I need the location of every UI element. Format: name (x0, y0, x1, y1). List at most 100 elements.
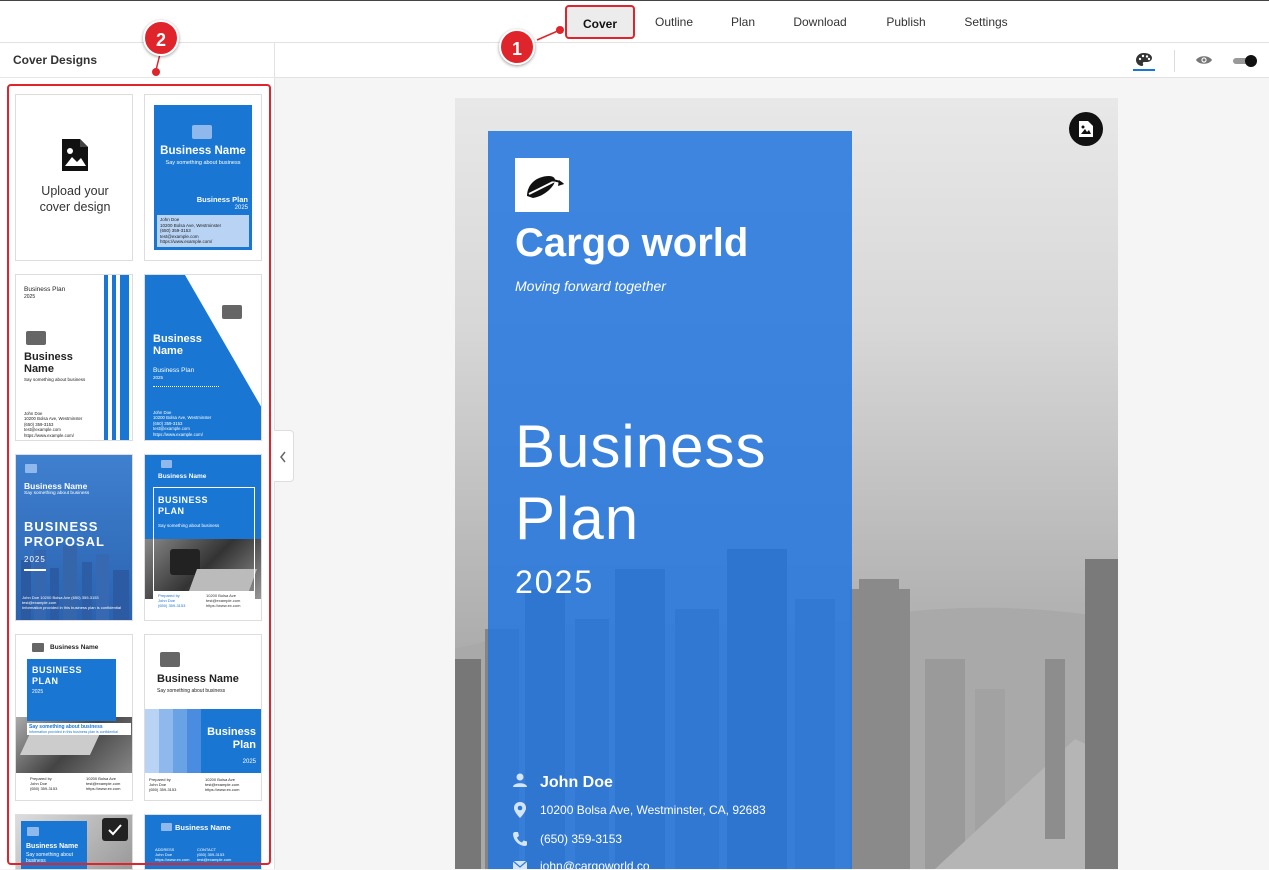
phone-icon (513, 832, 527, 846)
briefcase-icon (161, 823, 172, 831)
tab-publish[interactable]: Publish (879, 5, 933, 39)
upload-label-line2: cover design (39, 200, 111, 214)
template-4-contact: John Doe 10200 Bolsa Ave (650) 359-3153 … (22, 595, 99, 605)
template-7-contact-left: Prepared by John Doe (650) 359-3153 (149, 777, 177, 792)
palette-button[interactable] (1133, 51, 1155, 71)
tab-download[interactable]: Download (787, 5, 853, 39)
tab-outline[interactable]: Outline (648, 5, 700, 39)
briefcase-icon (27, 827, 39, 836)
cover-template-8[interactable]: Business Name Say something about busine… (15, 814, 133, 870)
template-6-note: Information provided in this business pl… (29, 730, 118, 734)
sidebar-divider (0, 77, 275, 78)
image-file-icon (1079, 121, 1093, 137)
template-7-contact-right: 10200 Bolsa Ave test@example.com https:/… (205, 777, 240, 792)
cover-template-3[interactable]: Business Name Business Plan 2025 John Do… (144, 274, 262, 441)
template-4-name: Business Name (24, 481, 88, 491)
callout-1-dot (556, 26, 564, 34)
template-2-plan: Business Plan (24, 286, 66, 293)
template-5-title-line2: PLAN (158, 506, 185, 516)
template-4-note: Information provided in this business pl… (22, 605, 121, 610)
template-5-title-line1: BUSINESS (158, 495, 209, 505)
cover-preview: Cargo world Moving forward together Busi… (455, 98, 1118, 869)
logo-icon (527, 176, 564, 198)
template-1-contact: John Doe 10200 Bolsa Ave, Westminster (6… (157, 215, 249, 247)
company-name[interactable]: Cargo world (515, 221, 748, 266)
person-icon (513, 773, 527, 787)
template-4-title-line1: BUSINESS (24, 519, 99, 534)
callout-1-badge: 1 (499, 29, 535, 65)
template-3-name-line1: Business (153, 333, 202, 345)
contact-address[interactable]: 10200 Bolsa Ave, Westminster, CA, 92683 (540, 803, 766, 817)
template-2-year: 2025 (24, 294, 36, 300)
template-8-tagline-line2: business (26, 858, 46, 864)
cover-template-4[interactable]: Business Name Say something about busine… (15, 454, 133, 621)
collapse-sidebar-button[interactable] (274, 430, 294, 482)
contact-email[interactable]: john@cargoworld.co (540, 859, 650, 869)
template-5-tagline: Say something about business (158, 523, 220, 528)
preview-toolbar (275, 43, 1269, 78)
upload-label-line1: Upload your (41, 184, 109, 198)
contact-name[interactable]: John Doe (540, 774, 613, 792)
callout-2-badge: 2 (143, 20, 179, 56)
cover-template-5[interactable]: Business Name BUSINESS PLAN Say somethin… (144, 454, 262, 621)
template-6-title-line2: PLAN (32, 676, 59, 686)
template-6-contact-left: Prepared by John Doe (650) 359-3153 (30, 776, 58, 791)
preview-button[interactable] (1195, 53, 1213, 72)
cover-template-6[interactable]: Business Name BUSINESS PLAN 2025 Say som… (15, 634, 133, 801)
briefcase-icon (161, 460, 172, 468)
template-1-plan: Business Plan (196, 195, 248, 204)
template-9-col2: CONTACT (650) 359-3153 test@example.com (197, 847, 232, 862)
callout-2-dot (152, 68, 160, 76)
cover-title-line2[interactable]: Plan (515, 483, 766, 555)
template-4-year: 2025 (24, 555, 46, 564)
template-7-plan-line1: Business (207, 726, 256, 738)
template-6-title-line1: BUSINESS (32, 665, 83, 675)
cover-template-1[interactable]: Business Name Say something about busine… (144, 94, 262, 261)
template-3-name-line2: Name (153, 345, 183, 357)
template-8-name: Business Name (26, 843, 79, 850)
template-1-name: Business Name (160, 145, 246, 157)
cover-title-line1[interactable]: Business (515, 411, 766, 483)
template-2-name-line1: Business (24, 351, 73, 363)
template-9-name: Business Name (175, 823, 231, 832)
template-2-name-line2: Name (24, 363, 54, 375)
cover-template-9[interactable]: Business Name ADDRESS John Doe https://w… (144, 814, 262, 870)
template-5-contact-right: 10200 Bolsa Ave test@example.com https:/… (206, 593, 241, 608)
template-6-name: Business Name (50, 644, 99, 651)
location-pin-icon (514, 802, 526, 818)
tab-plan[interactable]: Plan (724, 5, 762, 39)
briefcase-icon (25, 464, 37, 473)
tab-settings[interactable]: Settings (958, 5, 1014, 39)
company-logo[interactable] (515, 158, 569, 212)
template-7-tagline: Say something about business (157, 688, 226, 694)
cover-designs-sidebar: Cover Designs Upload your cover design B… (0, 43, 275, 870)
eye-icon (1196, 56, 1212, 64)
toggle-switch[interactable] (1231, 55, 1259, 67)
change-image-button[interactable] (1069, 112, 1103, 146)
upload-cover-design-tile[interactable]: Upload your cover design (15, 94, 133, 261)
palette-icon (1136, 53, 1152, 66)
template-3-plan: Business Plan (153, 367, 195, 374)
company-tagline[interactable]: Moving forward together (515, 278, 666, 294)
template-7-year: 2025 (242, 759, 256, 765)
template-7-name: Business Name (157, 673, 239, 685)
template-2-contact: John Doe 10200 Bolsa Ave, Westminster (6… (24, 411, 83, 438)
template-5-name: Business Name (158, 473, 207, 480)
cover-template-7[interactable]: Business Name Say something about busine… (144, 634, 262, 801)
selected-check-icon (102, 818, 128, 841)
briefcase-icon (222, 305, 242, 319)
tab-cover[interactable]: Cover (565, 5, 635, 39)
cover-template-2[interactable]: Business Plan 2025 Business Name Say som… (15, 274, 133, 441)
template-3-contact: John Doe 10200 Bolsa Ave, Westminster (6… (153, 410, 212, 437)
contact-phone[interactable]: (650) 359-3153 (540, 832, 622, 846)
template-2-tagline: Say something about business (24, 377, 86, 382)
template-6-year: 2025 (32, 689, 44, 695)
template-1-year: 2025 (234, 205, 248, 211)
email-icon (512, 860, 528, 869)
top-navigation-bar: Cover Outline Plan Download Publish Sett… (0, 0, 1269, 43)
briefcase-icon (26, 331, 46, 345)
template-6-contact-right: 10200 Bolsa Ave test@example.com https:/… (86, 776, 121, 791)
briefcase-icon (32, 643, 44, 652)
briefcase-icon (160, 652, 180, 667)
cover-year[interactable]: 2025 (515, 564, 594, 601)
